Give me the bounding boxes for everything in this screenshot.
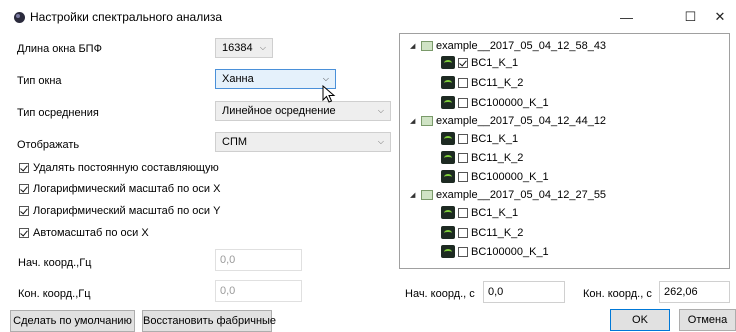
chevron-down-icon: ⌵ xyxy=(377,106,384,115)
channel-label: BC1_K_1 xyxy=(471,206,519,219)
signal-channel-icon xyxy=(441,151,455,164)
signal-channel-icon xyxy=(441,96,455,109)
channel-checkbox[interactable] xyxy=(458,152,468,163)
option-autoscale-x[interactable]: Автомасштаб по оси X xyxy=(19,227,149,239)
option-label: Удалять постоянную составляющую xyxy=(33,162,219,174)
freq-end-input[interactable]: 0,0 xyxy=(215,280,302,302)
signal-channel-icon xyxy=(441,206,455,219)
folder-icon xyxy=(421,41,433,51)
freq-end-label: Кон. коорд.,Гц xyxy=(18,288,91,300)
tree-channel[interactable]: BC100000_K_1 xyxy=(441,96,549,109)
window-type-select[interactable]: Ханна ⌵ xyxy=(215,69,336,89)
tree-channel[interactable]: BC11_K_2 xyxy=(441,226,523,239)
close-button[interactable]: ✕ xyxy=(704,0,736,34)
signal-channel-icon xyxy=(441,170,455,183)
channel-checkbox[interactable] xyxy=(458,57,468,68)
fft-window-label: Длина окна БПФ xyxy=(17,43,102,55)
channel-label: BC1_K_1 xyxy=(471,132,519,145)
channel-label: BC100000_K_1 xyxy=(471,96,549,109)
window-type-label: Тип окна xyxy=(17,75,62,87)
display-select[interactable]: СПМ ⌵ xyxy=(215,132,391,152)
collapse-icon[interactable]: ◢ xyxy=(410,191,418,199)
channel-label: BC100000_K_1 xyxy=(471,245,549,258)
channel-checkbox[interactable] xyxy=(458,246,468,257)
option-log-y[interactable]: Логарифмический масштаб по оси Y xyxy=(19,205,220,217)
mouse-pointer-icon xyxy=(322,85,336,103)
tree-channel[interactable]: BC11_K_2 xyxy=(441,76,523,89)
option-log-x[interactable]: Логарифмический масштаб по оси X xyxy=(19,183,220,195)
channel-checkbox[interactable] xyxy=(458,133,468,144)
channel-label: BC100000_K_1 xyxy=(471,170,549,183)
ok-button[interactable]: OK xyxy=(610,309,670,331)
freq-start-input[interactable]: 0,0 xyxy=(215,249,302,271)
option-remove-dc[interactable]: Удалять постоянную составляющую xyxy=(19,162,219,174)
channel-tree[interactable]: ◢ example__2017_05_04_12_58_43 BC1_K_1 B… xyxy=(399,33,730,269)
tree-channel[interactable]: BC100000_K_1 xyxy=(441,170,549,183)
signal-channel-icon xyxy=(441,132,455,145)
signal-channel-icon xyxy=(441,56,455,69)
time-end-input[interactable]: 262,06 xyxy=(659,281,730,303)
signal-channel-icon xyxy=(441,245,455,258)
chevron-down-icon: ⌵ xyxy=(377,137,384,146)
time-start-label: Нач. коорд., с xyxy=(405,288,475,300)
group-label: example__2017_05_04_12_58_43 xyxy=(436,40,607,52)
window-title: Настройки спектрального анализа xyxy=(30,10,223,24)
checkbox[interactable] xyxy=(19,206,29,216)
group-label: example__2017_05_04_12_44_12 xyxy=(436,115,607,127)
time-end-label: Кон. коорд., с xyxy=(583,288,652,300)
fft-window-select[interactable]: 16384 ⌵ xyxy=(215,38,273,58)
channel-checkbox[interactable] xyxy=(458,77,468,88)
averaging-label: Тип осреднения xyxy=(17,107,99,119)
tree-channel[interactable]: BC11_K_2 xyxy=(441,151,523,164)
collapse-icon[interactable]: ◢ xyxy=(410,117,418,125)
averaging-select[interactable]: Линейное осреднение ⌵ xyxy=(215,101,391,121)
group-label: example__2017_05_04_12_27_55 xyxy=(436,189,607,201)
app-icon xyxy=(14,12,25,23)
window-type-value: Ханна xyxy=(222,73,254,85)
channel-checkbox[interactable] xyxy=(458,171,468,182)
channel-checkbox[interactable] xyxy=(458,207,468,218)
tree-channel[interactable]: BC1_K_1 xyxy=(441,132,518,145)
cancel-button[interactable]: Отмена xyxy=(679,309,736,331)
folder-icon xyxy=(421,190,433,200)
averaging-value: Линейное осреднение xyxy=(222,105,336,117)
signal-channel-icon xyxy=(441,226,455,239)
fft-window-value: 16384 xyxy=(222,42,253,54)
display-value: СПМ xyxy=(222,136,248,148)
time-start-input[interactable]: 0,0 xyxy=(483,281,565,303)
tree-group[interactable]: ◢ example__2017_05_04_12_27_55 xyxy=(410,189,606,201)
chevron-down-icon: ⌵ xyxy=(259,43,266,52)
channel-label: BC11_K_2 xyxy=(471,76,524,89)
display-label: Отображать xyxy=(17,139,80,151)
option-label: Автомасштаб по оси X xyxy=(33,227,149,239)
tree-channel[interactable]: BC1_K_1 xyxy=(441,206,518,219)
option-label: Логарифмический масштаб по оси Y xyxy=(33,205,221,217)
channel-checkbox[interactable] xyxy=(458,97,468,108)
minimize-button[interactable]: — xyxy=(604,0,649,34)
channel-label: BC1_K_1 xyxy=(471,56,519,69)
tree-channel[interactable]: BC100000_K_1 xyxy=(441,245,549,258)
checkbox[interactable] xyxy=(19,163,29,173)
tree-group[interactable]: ◢ example__2017_05_04_12_58_43 xyxy=(410,40,606,52)
tree-group[interactable]: ◢ example__2017_05_04_12_44_12 xyxy=(410,115,606,127)
option-label: Логарифмический масштаб по оси X xyxy=(33,183,221,195)
tree-channel[interactable]: BC1_K_1 xyxy=(441,56,518,69)
channel-label: BC11_K_2 xyxy=(471,151,524,164)
checkbox[interactable] xyxy=(19,228,29,238)
collapse-icon[interactable]: ◢ xyxy=(410,42,418,50)
folder-icon xyxy=(421,116,433,126)
channel-label: BC11_K_2 xyxy=(471,226,524,239)
checkbox[interactable] xyxy=(19,184,29,194)
title-bar: Настройки спектрального анализа — ☐ ✕ xyxy=(0,0,736,34)
signal-channel-icon xyxy=(441,76,455,89)
channel-checkbox[interactable] xyxy=(458,227,468,238)
freq-start-label: Нач. коорд.,Гц xyxy=(18,257,92,269)
